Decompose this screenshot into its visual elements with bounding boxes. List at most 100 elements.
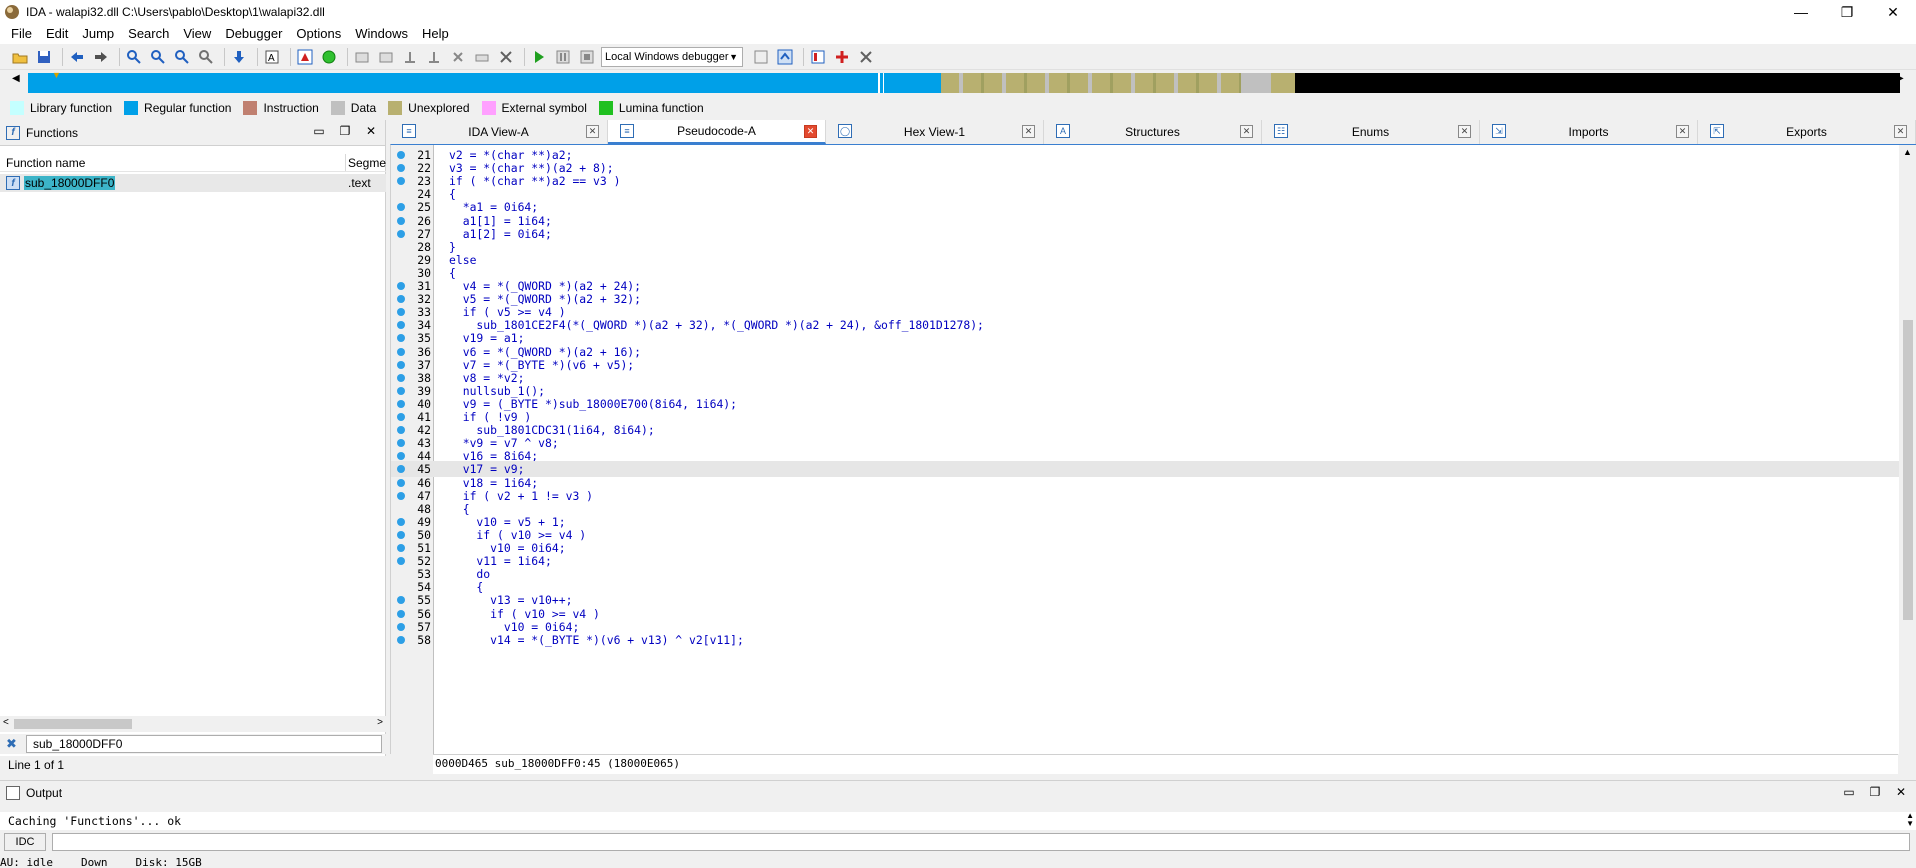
close-tab-icon[interactable]: ✕ (1894, 125, 1907, 138)
close-tab-icon[interactable]: ✕ (1676, 125, 1689, 138)
breakpoint-dot-icon[interactable] (397, 491, 405, 500)
breakpoint-dot-icon[interactable] (397, 360, 405, 369)
tab-pseudocode-a[interactable]: ≡ Pseudocode-A ✕ (608, 120, 826, 144)
breakpoint-dot-icon[interactable] (397, 517, 405, 526)
breakpoint-dot-icon[interactable] (397, 203, 405, 212)
code-line[interactable]: 58 v14 = *(_BYTE *)(v6 + v13) ^ v2[v11]; (391, 632, 1899, 648)
forward-arrow-icon[interactable] (91, 47, 111, 67)
breakpoint-dot-icon[interactable] (397, 308, 405, 317)
float-panel-icon[interactable]: ❐ (332, 124, 358, 138)
menu-debugger[interactable]: Debugger (218, 24, 289, 44)
tab-structures[interactable]: A Structures ✕ (1044, 120, 1262, 144)
breakpoint-dot-icon[interactable] (397, 635, 405, 644)
breakpoint-dot-icon[interactable] (397, 596, 405, 605)
close-tab-icon[interactable]: ✕ (586, 125, 599, 138)
breakpoint-dot-icon[interactable] (397, 321, 405, 330)
data-icon[interactable] (376, 47, 396, 67)
column-function-name[interactable]: Function name (0, 154, 346, 171)
scroll-right-icon[interactable]: > (377, 717, 383, 728)
functions-filter-input[interactable]: sub_18000DFF0 (26, 735, 382, 753)
close-tab-icon[interactable]: ✕ (1240, 125, 1253, 138)
scrollbar-thumb[interactable] (14, 719, 132, 729)
tab-enums[interactable]: ☷ Enums ✕ (1262, 120, 1480, 144)
save-icon[interactable] (34, 47, 54, 67)
menu-help[interactable]: Help (415, 24, 456, 44)
close-window-button[interactable]: ✕ (1870, 0, 1916, 24)
rename-icon[interactable] (472, 47, 492, 67)
breakpoint-dot-icon[interactable] (397, 177, 405, 186)
step-over-icon[interactable] (775, 47, 795, 67)
jump-down-icon[interactable] (229, 47, 249, 67)
delete-icon[interactable] (496, 47, 516, 67)
green-circle-icon[interactable] (319, 47, 339, 67)
breakpoint-dot-icon[interactable] (397, 282, 405, 290)
breakpoint-dot-icon[interactable] (397, 373, 405, 382)
breakpoint-dot-icon[interactable] (397, 216, 405, 225)
play-icon[interactable] (529, 47, 549, 67)
breakpoint-dot-icon[interactable] (397, 465, 405, 474)
back-arrow-icon[interactable] (67, 47, 87, 67)
code-vertical-scrollbar[interactable]: ▲ ▼ (1899, 145, 1916, 754)
undefine-icon[interactable] (448, 47, 468, 67)
menu-options[interactable]: Options (289, 24, 348, 44)
breakpoint-dot-icon[interactable] (397, 164, 405, 173)
minimize-button[interactable]: — (1778, 0, 1824, 24)
open-icon[interactable] (10, 47, 30, 67)
breakpoint-dot-icon[interactable] (397, 295, 405, 304)
breakpoint-dot-icon[interactable] (397, 426, 405, 435)
restore-button[interactable]: ❐ (1824, 0, 1870, 24)
tab-ida-view-a[interactable]: ≡ IDA View-A ✕ (390, 120, 608, 144)
search-next-icon[interactable] (196, 47, 216, 67)
breakpoint-dot-icon[interactable] (397, 386, 405, 395)
idc-language-button[interactable]: IDC (4, 833, 46, 851)
breakpoint-dot-icon[interactable] (397, 609, 405, 618)
tab-imports[interactable]: ⇲ Imports ✕ (1480, 120, 1698, 144)
breakpoint-dot-icon[interactable] (397, 544, 405, 552)
command-input[interactable] (52, 833, 1910, 851)
struct-var-icon[interactable] (400, 47, 420, 67)
tab-exports[interactable]: ⇱ Exports ✕ (1698, 120, 1916, 144)
stop-icon[interactable] (577, 47, 597, 67)
close-panel-icon[interactable]: ✕ (1888, 785, 1914, 799)
breakpoint-dot-icon[interactable] (397, 530, 405, 539)
function-row[interactable]: f sub_18000DFF0 .text (0, 174, 386, 192)
menu-file[interactable]: File (4, 24, 39, 44)
maximize-panel-icon[interactable]: ▭ (306, 124, 332, 138)
nav-left-arrow-icon[interactable]: ◀ (12, 73, 20, 84)
column-segment[interactable]: Segme (346, 154, 386, 171)
breakpoint-dot-icon[interactable] (397, 399, 405, 408)
breakpoint-dot-icon[interactable] (397, 557, 405, 566)
search-text-icon[interactable] (124, 47, 144, 67)
search-immediate-icon[interactable] (172, 47, 192, 67)
text-mode-icon[interactable]: A (262, 47, 282, 67)
clear-filter-icon[interactable]: ✖ (6, 736, 26, 752)
menu-search[interactable]: Search (121, 24, 176, 44)
array-icon[interactable] (424, 47, 444, 67)
add-breakpoint-icon[interactable] (832, 47, 852, 67)
navigation-bar[interactable] (28, 73, 1900, 93)
close-tab-icon[interactable]: ✕ (1022, 125, 1035, 138)
breakpoint-dot-icon[interactable] (397, 622, 405, 631)
breakpoint-dot-icon[interactable] (397, 229, 405, 238)
breakpoint-dot-icon[interactable] (397, 347, 405, 356)
scroll-left-icon[interactable]: < (3, 717, 9, 728)
float-panel-icon[interactable]: ❐ (1862, 785, 1888, 799)
structures-icon[interactable] (808, 47, 828, 67)
functions-horizontal-scrollbar[interactable]: < > (0, 716, 386, 732)
step-into-icon[interactable] (751, 47, 771, 67)
close-tab-icon[interactable]: ✕ (804, 125, 817, 138)
pseudocode-view[interactable]: 21 v2 = *(char **)a2; 22 v3 = *(char **)(a2… (390, 144, 1916, 754)
breakpoint-dot-icon[interactable] (397, 413, 405, 421)
breakpoint-dot-icon[interactable] (397, 439, 405, 448)
tab-hex-view-1[interactable]: ◯ Hex View-1 ✕ (826, 120, 1044, 144)
settings-icon[interactable] (856, 47, 876, 67)
breakpoint-dot-icon[interactable] (397, 478, 405, 487)
graph-red-icon[interactable] (295, 47, 315, 67)
scrollbar-thumb[interactable] (1903, 320, 1913, 620)
breakpoint-dot-icon[interactable] (397, 334, 405, 343)
pause-icon[interactable] (553, 47, 573, 67)
scroll-up-icon[interactable]: ▲ (1903, 147, 1912, 157)
close-panel-icon[interactable]: ✕ (358, 124, 384, 138)
maximize-panel-icon[interactable]: ▭ (1836, 785, 1862, 799)
menu-jump[interactable]: Jump (75, 24, 121, 44)
